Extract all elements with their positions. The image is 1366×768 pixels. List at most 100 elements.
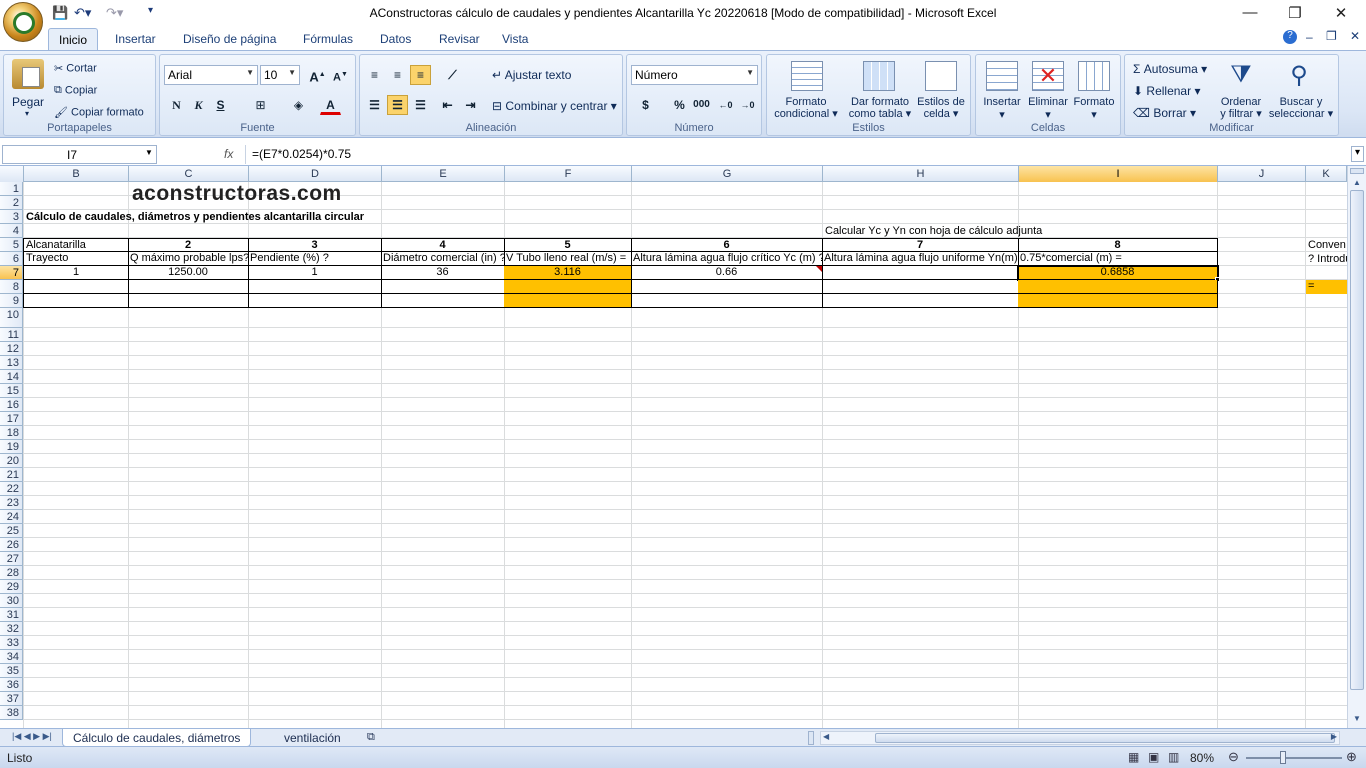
help-icon[interactable]: ?: [1283, 30, 1297, 44]
cell-i9[interactable]: [1018, 294, 1218, 308]
tab-diseno[interactable]: Diseño de página: [183, 32, 276, 46]
minimize-button[interactable]: —: [1235, 4, 1265, 21]
scroll-up-icon[interactable]: ▲: [1350, 178, 1364, 187]
cell-k6[interactable]: ? Introdu: [1306, 253, 1347, 267]
row-header-18[interactable]: 18: [0, 426, 23, 440]
sheet-title[interactable]: Cálculo de caudales, diámetros y pendien…: [24, 211, 366, 225]
merge-center-button[interactable]: ⊟ Combinar y centrar ▾: [492, 99, 617, 113]
scroll-down-icon[interactable]: ▼: [1350, 714, 1364, 723]
cell-h7[interactable]: [822, 266, 1019, 280]
cell-f9[interactable]: [504, 294, 632, 308]
cell-f7[interactable]: 3.116: [504, 266, 632, 280]
cell-g6[interactable]: Altura lámina agua flujo crítico Yc (m) …: [631, 252, 823, 266]
conditional-format-button[interactable]: Formato condicional ▾: [769, 96, 843, 120]
cell-k5[interactable]: Conven: [1306, 239, 1347, 253]
cell-b8[interactable]: [23, 280, 129, 294]
tab-inicio[interactable]: Inicio: [48, 28, 98, 51]
row-header-11[interactable]: 11: [0, 328, 23, 342]
row-header-5[interactable]: 5: [0, 238, 23, 252]
scroll-thumb[interactable]: [1350, 190, 1364, 690]
paste-button[interactable]: Pegar: [12, 95, 44, 109]
grow-font-button[interactable]: A▲: [307, 65, 328, 85]
column-header-f[interactable]: F: [505, 166, 632, 182]
row-header-19[interactable]: 19: [0, 440, 23, 454]
worksheet-grid[interactable]: B C D E F G H I J K 1 2 3 4 5 6 7 8 9 10 11 12 13 14 1…: [0, 166, 1347, 728]
row-header-22[interactable]: 22: [0, 482, 23, 496]
align-bottom-icon[interactable]: ≡: [410, 65, 431, 85]
h-scroll-thumb[interactable]: [875, 733, 1335, 743]
cell-f5[interactable]: 5: [504, 238, 632, 252]
cell-h8[interactable]: [822, 280, 1019, 294]
align-right-icon[interactable]: ☰: [410, 95, 431, 115]
page-break-view-icon[interactable]: ▥: [1168, 750, 1179, 764]
row-header-6[interactable]: 6: [0, 252, 23, 266]
insert-function-icon[interactable]: fx: [224, 147, 233, 161]
increase-decimal-icon[interactable]: ←0: [715, 95, 736, 115]
formula-input[interactable]: =(E7*0.0254)*0.75: [245, 145, 1347, 164]
align-center-icon[interactable]: ☰: [387, 95, 408, 115]
name-box[interactable]: I7: [2, 145, 157, 164]
sort-filter-button[interactable]: Ordenar y filtrar ▾: [1213, 96, 1269, 120]
column-header-j[interactable]: J: [1218, 166, 1306, 182]
ribbon-minimize-icon[interactable]: –: [1306, 30, 1313, 44]
scroll-right-icon[interactable]: ▶: [1331, 732, 1337, 741]
font-size-select[interactable]: 10 ▼: [260, 65, 300, 85]
row-header-27[interactable]: 27: [0, 552, 23, 566]
borders-icon[interactable]: ⊞: [250, 95, 271, 115]
row-header-15[interactable]: 15: [0, 384, 23, 398]
row-header-3[interactable]: 3: [0, 210, 23, 224]
cell-g7[interactable]: 0.66: [631, 266, 823, 280]
insert-cells-button[interactable]: Insertar ▾: [978, 96, 1026, 121]
row-header-13[interactable]: 13: [0, 356, 23, 370]
zoom-slider[interactable]: [1246, 757, 1342, 759]
horizontal-scrollbar[interactable]: ◀ ▶: [820, 731, 1340, 745]
cell-d6[interactable]: Pendiente (%) ?: [248, 252, 382, 266]
normal-view-icon[interactable]: ▦: [1128, 750, 1139, 764]
cell-c5[interactable]: 2: [128, 238, 249, 252]
zoom-out-icon[interactable]: ⊖: [1228, 749, 1239, 765]
shrink-font-button[interactable]: A▼: [330, 65, 351, 85]
orientation-icon[interactable]: ⟋: [442, 65, 463, 85]
row-header-7[interactable]: 7: [0, 266, 23, 280]
row-header-1[interactable]: 1: [0, 182, 23, 196]
percent-button[interactable]: %: [669, 95, 690, 115]
sheet-tab-calculo[interactable]: Cálculo de caudales, diámetros: [62, 729, 252, 747]
row-header-33[interactable]: 33: [0, 636, 23, 650]
scroll-left-icon[interactable]: ◀: [823, 732, 829, 741]
row-header-35[interactable]: 35: [0, 664, 23, 678]
autosum-button[interactable]: Σ Autosuma ▾: [1133, 62, 1207, 76]
cell-d8[interactable]: [248, 280, 382, 294]
cell-c9[interactable]: [128, 294, 249, 308]
cell-h9[interactable]: [822, 294, 1019, 308]
sheet-tab-ventilacion[interactable]: ventilación: [274, 729, 351, 747]
paste-dropdown-icon[interactable]: ▾: [25, 109, 29, 118]
zoom-in-icon[interactable]: ⊕: [1346, 749, 1357, 765]
row-header-24[interactable]: 24: [0, 510, 23, 524]
row-header-28[interactable]: 28: [0, 566, 23, 580]
name-box-dropdown-icon[interactable]: ▼: [145, 148, 153, 157]
first-sheet-icon[interactable]: |◀ ◀ ▶ ▶|: [2, 729, 62, 747]
cell-i6[interactable]: 0.75*comercial (m) =: [1018, 252, 1218, 266]
cell-d5[interactable]: 3: [248, 238, 382, 252]
column-header-b[interactable]: B: [24, 166, 129, 182]
row-header-29[interactable]: 29: [0, 580, 23, 594]
new-sheet-icon[interactable]: ⧉: [357, 729, 385, 747]
column-header-g[interactable]: G: [632, 166, 823, 182]
cell-styles-button[interactable]: Estilos de celda ▾: [913, 96, 969, 120]
tab-formulas[interactable]: Fórmulas: [303, 32, 353, 46]
row-header-32[interactable]: 32: [0, 622, 23, 636]
cell-c8[interactable]: [128, 280, 249, 294]
row-header-21[interactable]: 21: [0, 468, 23, 482]
find-select-button[interactable]: Buscar y seleccionar ▾: [1267, 96, 1335, 120]
column-header-d[interactable]: D: [249, 166, 382, 182]
row-header-17[interactable]: 17: [0, 412, 23, 426]
row-header-14[interactable]: 14: [0, 370, 23, 384]
close-button[interactable]: ✕: [1326, 4, 1356, 22]
delete-cells-button[interactable]: Eliminar ▾: [1024, 96, 1072, 121]
cell-b9[interactable]: [23, 294, 129, 308]
workbook-close-icon[interactable]: ✕: [1350, 29, 1360, 43]
cell-k8[interactable]: =: [1306, 280, 1347, 294]
zoom-level[interactable]: 80%: [1190, 751, 1214, 765]
row-header-37[interactable]: 37: [0, 692, 23, 706]
tab-insertar[interactable]: Insertar: [115, 32, 156, 46]
